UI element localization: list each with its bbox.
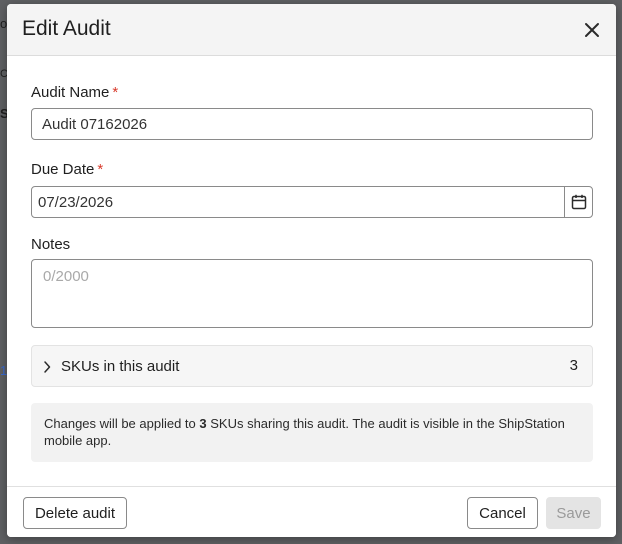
close-button[interactable] — [580, 18, 604, 42]
notes-placeholder: 0/2000 — [43, 268, 89, 285]
dialog-header: Edit Audit — [7, 4, 616, 56]
notes-textarea[interactable]: 0/2000 — [31, 259, 593, 328]
save-button[interactable]: Save — [546, 497, 601, 529]
dialog-footer: Delete audit Cancel Save — [7, 486, 616, 537]
close-icon — [585, 23, 599, 37]
edit-audit-dialog: Edit Audit Audit Name* Due Date* Notes 0… — [7, 4, 616, 537]
dialog-title: Edit Audit — [22, 17, 111, 40]
info-sku-count: 3 — [199, 416, 207, 431]
date-picker-button[interactable] — [564, 187, 592, 217]
skus-accordion-label: SKUs in this audit — [61, 358, 180, 375]
due-date-input[interactable] — [32, 187, 564, 217]
chevron-right-icon — [44, 361, 51, 373]
notes-label: Notes — [31, 236, 71, 253]
audit-name-label: Audit Name * — [31, 84, 118, 101]
due-date-field — [31, 186, 593, 218]
due-date-label: Due Date * — [31, 161, 103, 178]
required-indicator: * — [112, 84, 119, 101]
info-message: Changes will be applied to 3 SKUs sharin… — [31, 403, 593, 462]
calendar-icon — [571, 194, 587, 210]
skus-accordion[interactable]: SKUs in this audit 3 — [31, 345, 593, 387]
info-text-before: Changes will be applied to — [44, 416, 200, 431]
info-text: Changes will be applied to 3 SKUs sharin… — [44, 415, 584, 449]
audit-name-input[interactable] — [31, 108, 593, 140]
due-date-label-text: Due Date — [31, 161, 95, 178]
audit-name-label-text: Audit Name — [31, 84, 110, 101]
delete-audit-button[interactable]: Delete audit — [23, 497, 127, 529]
required-indicator: * — [97, 161, 104, 178]
skus-count: 3 — [569, 357, 578, 374]
cancel-button[interactable]: Cancel — [467, 497, 538, 529]
